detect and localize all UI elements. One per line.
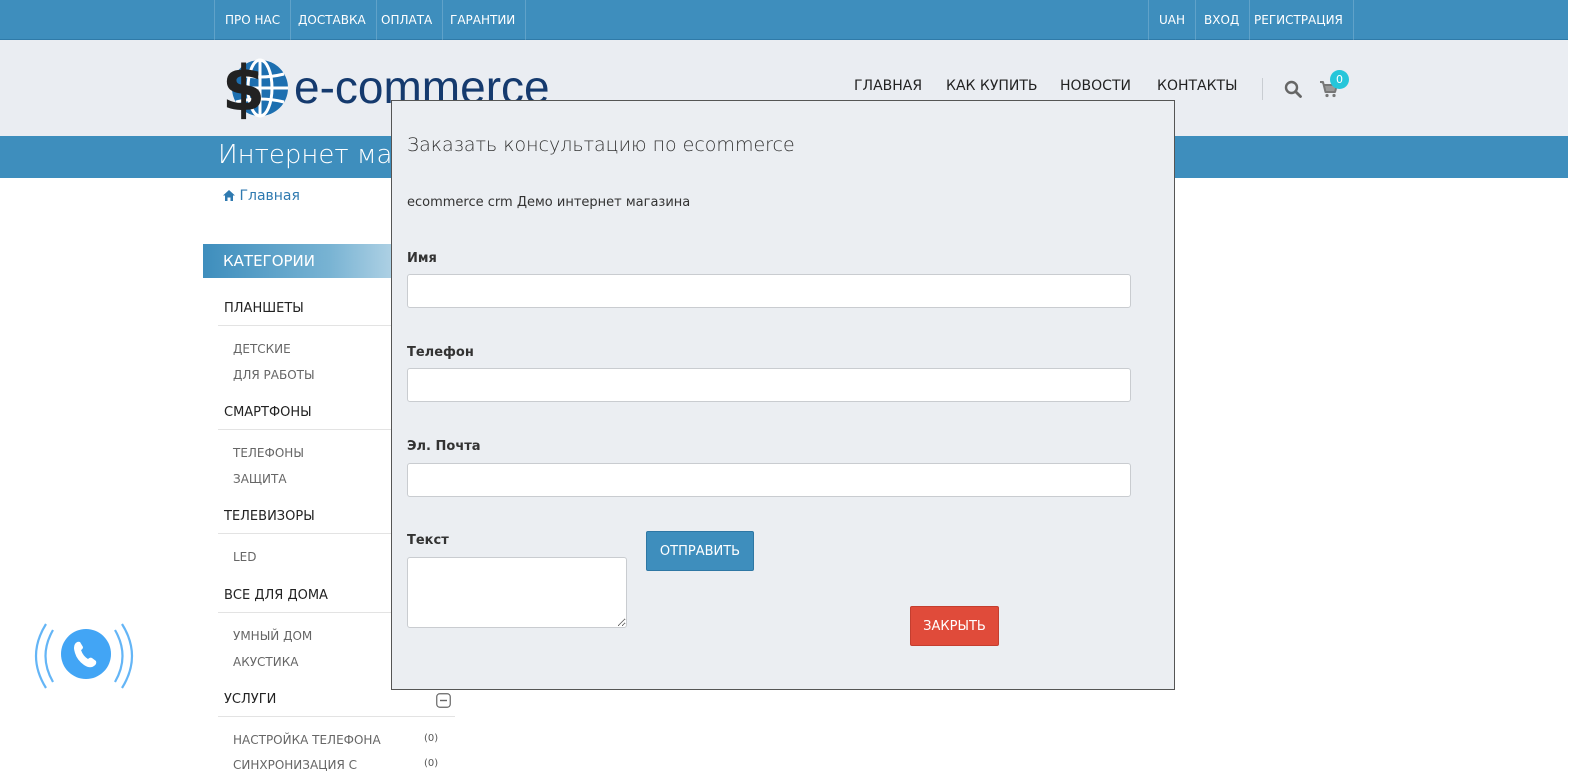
close-button[interactable]: ЗАКРЫТЬ (910, 606, 999, 646)
currency-link[interactable]: UAH (1148, 0, 1197, 40)
search-icon[interactable] (1284, 80, 1302, 98)
modal-title: Заказать консультацию по ecommerce (407, 134, 795, 156)
top-link-about[interactable]: ПРО НАС (214, 0, 292, 40)
collapse-minus-icon[interactable] (436, 693, 451, 708)
nav-divider (1262, 78, 1263, 100)
divider (218, 716, 455, 717)
email-label: Эл. Почта (407, 439, 481, 454)
category-tablets[interactable]: ПЛАНШЕТЫ (224, 301, 304, 316)
send-button[interactable]: ОТПРАВИТЬ (646, 531, 754, 571)
nav-news[interactable]: НОВОСТИ (1060, 78, 1131, 94)
subcategory-acoustics[interactable]: АКУСТИКА (233, 655, 298, 669)
nav-how-to-buy[interactable]: КАК КУПИТЬ (946, 78, 1038, 94)
subcategory-kids[interactable]: ДЕТСКИЕ (233, 342, 291, 356)
login-link[interactable]: ВХОД (1194, 0, 1251, 40)
email-input[interactable] (407, 463, 1131, 497)
breadcrumb-home: Главная (239, 188, 300, 204)
category-services[interactable]: УСЛУГИ (224, 692, 276, 707)
subcategory-work[interactable]: ДЛЯ РАБОТЫ (233, 368, 315, 382)
top-bar: ПРО НАС ДОСТАВКА ОПЛАТА ГАРАНТИИ UAH ВХО… (0, 0, 1568, 40)
logo-globe-icon: $ (222, 52, 288, 125)
name-input[interactable] (407, 274, 1131, 308)
top-link-delivery[interactable]: ДОСТАВКА (288, 0, 377, 40)
subcategory-sync[interactable]: СИНХРОНИЗАЦИЯ С (233, 758, 357, 772)
category-home[interactable]: ВСЕ ДЛЯ ДОМА (224, 588, 328, 603)
nav-contacts[interactable]: КОНТАКТЫ (1157, 78, 1237, 94)
subcategory-phone-setup[interactable]: НАСТРОЙКА ТЕЛЕФОНА (233, 733, 381, 747)
text-label: Текст (407, 533, 449, 548)
modal-subtitle: ecommerce crm Демо интернет магазина (407, 195, 691, 210)
home-icon (223, 190, 235, 201)
subcategory-count: (0) (424, 733, 439, 744)
top-link-guarantees[interactable]: ГАРАНТИИ (440, 0, 527, 40)
svg-text:$: $ (224, 52, 265, 122)
category-tvs[interactable]: ТЕЛЕВИЗОРЫ (224, 509, 315, 524)
subcategory-smart-home[interactable]: УМНЫЙ ДОМ (233, 629, 312, 643)
name-label: Имя (407, 251, 437, 266)
subcategory-count: (0) (424, 758, 439, 769)
nav-home[interactable]: ГЛАВНАЯ (854, 78, 922, 94)
subcategory-protection[interactable]: ЗАЩИТА (233, 472, 287, 486)
register-link[interactable]: РЕГИСТРАЦИЯ (1244, 0, 1354, 40)
subcategory-led[interactable]: LED (233, 550, 257, 564)
phone-label: Телефон (407, 345, 474, 360)
breadcrumb[interactable]: Главная (223, 188, 300, 204)
cart-count-badge: 0 (1330, 70, 1349, 89)
top-link-payment[interactable]: ОПЛАТА (371, 0, 444, 40)
callback-widget[interactable] (34, 618, 134, 694)
consultation-modal: Заказать консультацию по ecommerce ecomm… (391, 100, 1175, 690)
phone-input[interactable] (407, 368, 1131, 402)
subcategory-phones[interactable]: ТЕЛЕФОНЫ (233, 446, 304, 460)
message-textarea[interactable] (407, 557, 627, 628)
category-smartphones[interactable]: СМАРТФОНЫ (224, 405, 312, 420)
